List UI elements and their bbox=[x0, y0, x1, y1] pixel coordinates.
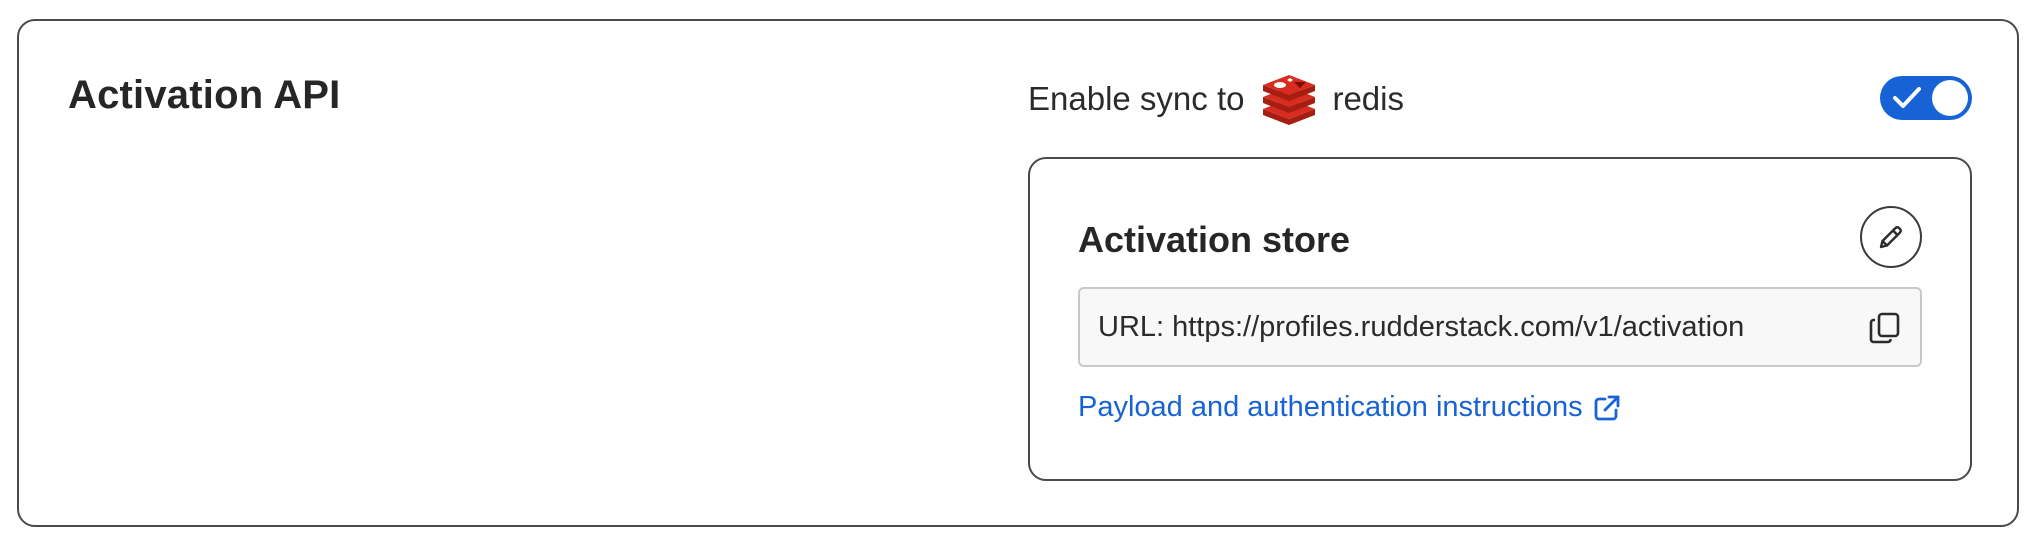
sync-destination-name: redis bbox=[1332, 80, 1404, 117]
edit-button[interactable] bbox=[1860, 206, 1922, 268]
toggle-knob bbox=[1932, 80, 1968, 116]
sync-label: Enable sync to bbox=[1028, 80, 1245, 117]
copy-icon[interactable] bbox=[1868, 311, 1902, 345]
sync-row: Enable sync to redis bbox=[1028, 68, 1404, 130]
activation-store-card: Activation store URL: https://profiles.r… bbox=[1028, 157, 1972, 481]
url-value: https://profiles.rudderstack.com/v1/acti… bbox=[1172, 310, 1745, 343]
url-field[interactable]: URL: https://profiles.rudderstack.com/v1… bbox=[1078, 287, 1922, 367]
payload-instructions-link-text: Payload and authentication instructions bbox=[1078, 391, 1583, 423]
activation-store-title: Activation store bbox=[1078, 219, 1351, 260]
section-title: Activation API bbox=[68, 73, 341, 117]
pencil-icon bbox=[1879, 226, 1902, 249]
activation-api-card: Activation API Enable sync to redis Acti… bbox=[17, 19, 2019, 527]
external-link-icon bbox=[1594, 395, 1620, 420]
url-label: URL: bbox=[1098, 310, 1165, 343]
redis-logo-icon bbox=[1260, 73, 1318, 125]
payload-instructions-link[interactable]: Payload and authentication instructions bbox=[1078, 391, 1621, 424]
check-icon bbox=[1893, 87, 1921, 108]
sync-toggle[interactable] bbox=[1880, 76, 1972, 120]
